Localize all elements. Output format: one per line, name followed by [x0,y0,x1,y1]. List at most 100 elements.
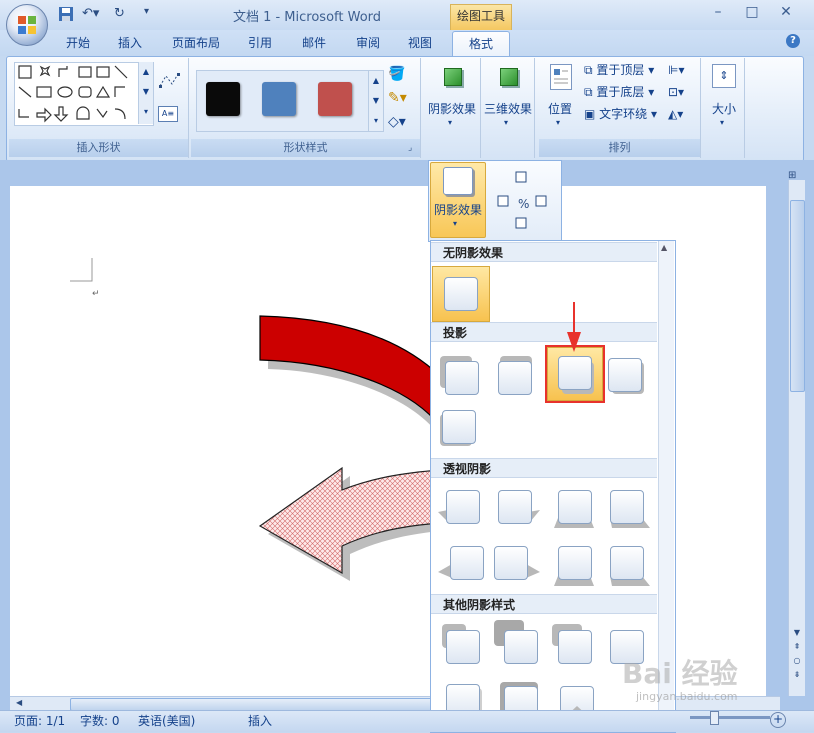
rotate-icon[interactable]: ◭▾ [668,104,683,124]
tab-view[interactable]: 视图 [404,33,436,55]
nudge-shadow-controls[interactable]: % [494,166,558,236]
perspective-shadow-option[interactable] [492,544,540,584]
chevron-down-icon: ▾ [556,118,561,127]
styles-gallery-scroll[interactable]: ▲ ▼ ▾ [368,70,384,132]
outline-pen-icon[interactable]: ✎▾ [388,90,414,108]
zoom-in-icon[interactable]: + [770,712,786,728]
tab-mailings[interactable]: 邮件 [298,33,330,55]
office-button[interactable] [6,4,48,46]
shadow-effects-label: 阴影效果 [433,203,482,217]
align-icon[interactable]: ⊫▾ [668,60,684,80]
section-other-shadows: 其他阴影样式 [431,594,657,614]
tab-references[interactable]: 引用 [244,33,276,55]
drop-shadow-option[interactable] [606,356,646,396]
status-mode[interactable]: 插入 [248,713,272,729]
edit-shape-icon[interactable] [158,70,182,90]
shapes-gallery[interactable] [14,62,154,126]
other-shadow-thumb [504,630,538,664]
chevron-down-icon: ▾ [448,118,453,127]
send-back-icon: ⧉ [584,85,593,99]
bring-to-front-button[interactable]: ⧉ 置于顶层 ▾ [584,60,654,80]
scroll-up-icon[interactable]: ▲ [661,243,667,252]
three-d-effects-button[interactable]: 三维效果 [482,100,534,117]
group-label-insert-shapes: 插入形状 [9,139,188,157]
context-tab-title: 绘图工具 [450,4,512,31]
perspective-shadow-option[interactable] [438,488,482,528]
vertical-scrollbar[interactable]: ▼ ⇞ ○ ⇟ [788,180,805,696]
ruler-toggle-icon[interactable]: ⊞ [788,170,796,181]
other-shadow-option[interactable] [552,624,596,666]
close-button[interactable]: ✕ [772,4,800,24]
other-shadow-option[interactable] [442,624,482,666]
shadow-effects-button-ribbon[interactable]: 阴影效果 [426,100,478,117]
page-nav-icons[interactable]: ▼ ⇞ ○ ⇟ [791,626,803,682]
text-wrap-icon: ▣ [584,107,596,121]
section-no-shadow: 无阴影效果 [431,242,657,262]
scroll-left-icon[interactable]: ◀ [16,698,26,707]
perspective-thumb [610,546,644,580]
watermark-url: jingyan.baidu.com [636,690,738,703]
three-d-effects-icon [500,68,518,86]
text-wrap-label: 文字环绕 [599,107,648,121]
other-shadow-option[interactable] [494,620,538,666]
size-button[interactable]: 大小 [704,100,744,117]
tab-review[interactable]: 审阅 [352,33,384,55]
perspective-shadow-option[interactable] [606,544,650,586]
maximize-button[interactable]: □ [738,4,766,24]
perspective-thumb [498,490,532,524]
zoom-slider-thumb[interactable] [710,711,719,725]
shapes-grid-icon [18,65,128,123]
zoom-slider[interactable] [690,711,770,725]
bring-front-icon: ⧉ [584,63,593,77]
tab-home[interactable]: 开始 [62,33,94,55]
perspective-shadow-option[interactable] [494,488,542,528]
tab-format[interactable]: 格式 [452,31,510,58]
tab-page-layout[interactable]: 页面布局 [168,33,224,55]
tab-insert[interactable]: 插入 [114,33,146,55]
drop-shadow-thumb [445,361,479,395]
no-shadow-option[interactable] [432,266,490,322]
group-objects-icon[interactable]: ⊡▾ [668,82,684,102]
position-button[interactable]: 位置 [542,100,578,117]
perspective-shadow-option[interactable] [606,488,650,528]
chevron-down-icon: ▾ [720,118,725,127]
status-bar [0,710,814,732]
style-swatch-red[interactable] [318,82,352,116]
perspective-thumb [558,546,592,580]
fill-bucket-icon[interactable]: 🪣 [388,66,414,84]
drop-shadow-option[interactable] [496,356,536,396]
red-arrow-pointer-icon [567,302,581,352]
dialog-launcher-icon[interactable]: ⌟ [408,143,412,153]
other-shadow-thumb [558,630,592,664]
help-icon[interactable]: ? [786,34,800,48]
perspective-shadow-option[interactable] [554,488,598,528]
shapes-gallery-scroll[interactable]: ▲ ▼ ▾ [138,62,153,124]
size-icon: ⇕ [712,64,736,88]
status-words[interactable]: 字数: 0 [80,713,120,729]
style-swatch-black[interactable] [206,82,240,116]
send-to-back-button[interactable]: ⧉ 置于底层 ▾ [584,82,654,102]
shadow-effects-button[interactable]: 阴影效果 ▾ [430,162,486,238]
perspective-thumb [450,546,484,580]
perspective-shadow-option[interactable] [438,544,486,584]
chevron-down-icon: ▾ [453,219,458,228]
drop-shadow-thumb [498,361,532,395]
vertical-scroll-thumb[interactable] [790,200,805,392]
svg-text:%: % [518,197,529,211]
perspective-shadow-option[interactable] [554,544,598,586]
perspective-thumb [558,490,592,524]
text-box-icon[interactable]: A≡ [158,106,178,122]
svg-text:↵: ↵ [92,289,100,299]
status-language[interactable]: 英语(美国) [138,713,195,729]
shadow-effects-icon [444,68,462,86]
text-wrap-button[interactable]: ▣ 文字环绕 ▾ [584,104,657,124]
drop-shadow-option[interactable] [440,356,480,396]
section-perspective: 透视阴影 [431,458,657,478]
watermark-logo: Bai 经验 [622,657,738,690]
style-swatch-blue[interactable] [262,82,296,116]
minimize-button[interactable]: – [704,4,732,24]
change-shape-icon[interactable]: ◇▾ [388,114,414,132]
group-label-shape-styles: 形状样式 [191,139,420,157]
status-page[interactable]: 页面: 1/1 [14,713,65,729]
drop-shadow-option[interactable] [440,408,480,448]
